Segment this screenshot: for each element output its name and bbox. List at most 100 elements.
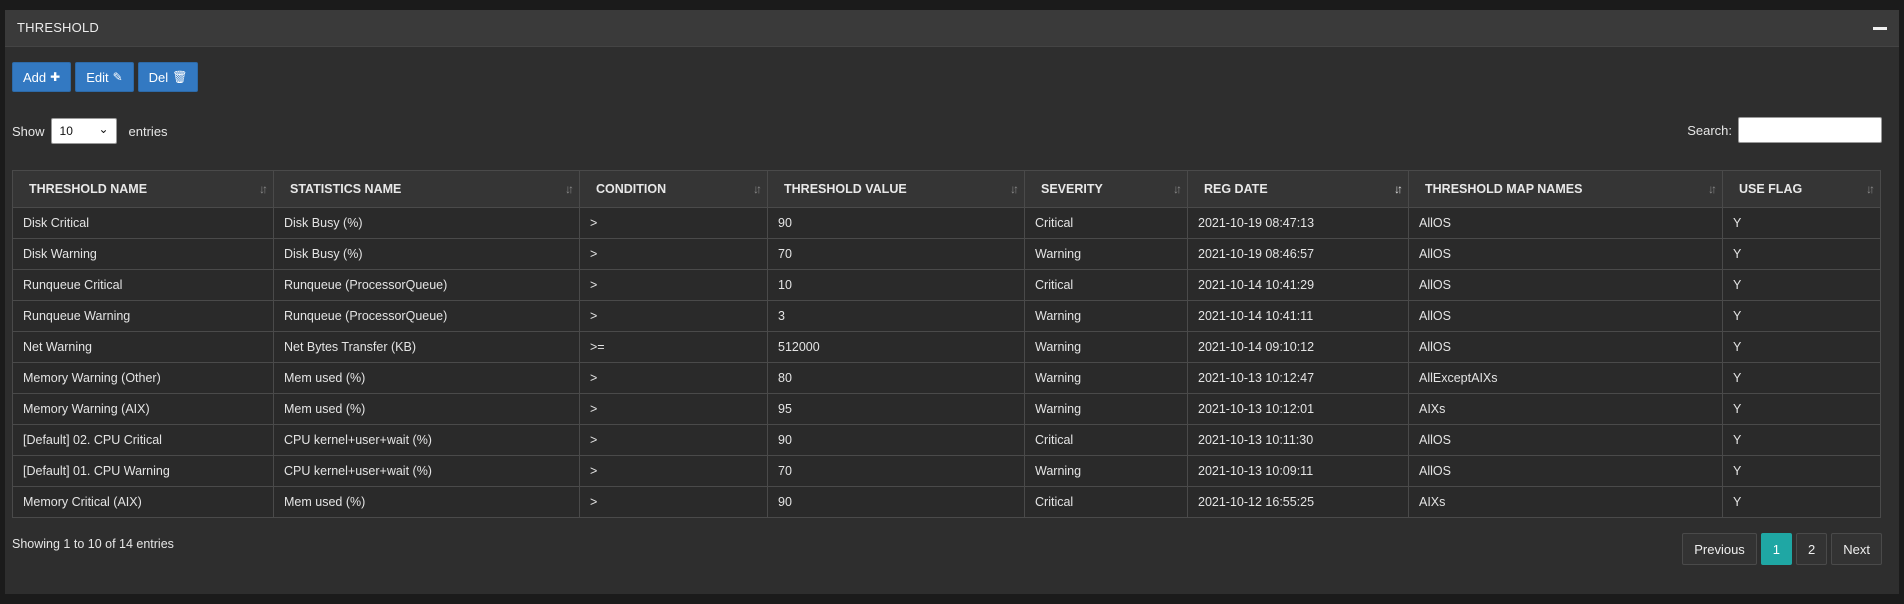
table-cell: Warning <box>1024 393 1188 425</box>
table-cell: AIXs <box>1408 486 1723 518</box>
table-cell: > <box>579 424 768 456</box>
table-row[interactable]: Disk Critical Disk Busy (%) >90 Critical 202… <box>12 207 1881 239</box>
column-header-label: USE FLAG <box>1739 182 1803 196</box>
chevron-down-icon: ⌄ <box>98 122 109 136</box>
table-cell: [Default] 02. CPU Critical <box>12 424 274 456</box>
table-cell: 90 <box>767 424 1025 456</box>
table-cell: AllOS <box>1408 424 1723 456</box>
edit-button[interactable]: Edit ✎ <box>75 62 134 92</box>
table-cell: Y <box>1722 300 1881 332</box>
sort-icon: ↓↑ <box>1866 182 1875 196</box>
column-header[interactable]: THRESHOLD NAME ↓↑ <box>12 170 274 208</box>
page-1-button[interactable]: 1 <box>1760 533 1793 565</box>
table-cell: [Default] 01. CPU Warning <box>12 455 274 487</box>
column-header-label: CONDITION <box>596 182 667 196</box>
table-row[interactable]: Disk Warning Disk Busy (%) >70 Warning 2021-… <box>12 238 1881 270</box>
search-input[interactable] <box>1738 117 1882 143</box>
next-button[interactable]: Next <box>1831 533 1882 565</box>
column-header[interactable]: STATISTICS NAME ↓↑ <box>273 170 580 208</box>
table-cell: Y <box>1722 486 1881 518</box>
table-cell: Critical <box>1024 486 1188 518</box>
table-cell: Y <box>1722 238 1881 270</box>
table-cell: Warning <box>1024 455 1188 487</box>
previous-button[interactable]: Previous <box>1682 533 1757 565</box>
table-cell: > <box>579 207 768 239</box>
table-cell: Mem used (%) <box>273 362 580 394</box>
column-header[interactable]: CONDITION ↓↑ <box>579 170 768 208</box>
table-cell: 2021-10-13 10:11:30 <box>1187 424 1409 456</box>
table-cell: CPU kernel+user+wait (%) <box>273 424 580 456</box>
table-cell: Warning <box>1024 238 1188 270</box>
sort-icon: ↓↑ <box>1708 182 1717 196</box>
column-header-label: STATISTICS NAME <box>290 182 402 196</box>
table-row[interactable]: Runqueue Warning Runqueue (ProcessorQueue… <box>12 300 1881 332</box>
add-label: Add <box>23 69 47 85</box>
column-header[interactable]: THRESHOLD MAP NAMES ↓↑ <box>1408 170 1723 208</box>
table-cell: Disk Busy (%) <box>273 238 580 270</box>
column-header-label: THRESHOLD MAP NAMES <box>1425 182 1583 196</box>
table-cell: Y <box>1722 207 1881 239</box>
sort-icon: ↓↑ <box>1173 182 1182 196</box>
length-select[interactable]: 10 ⌄ <box>50 118 117 144</box>
column-header[interactable]: USE FLAG ↓↑ <box>1722 170 1881 208</box>
table-cell: Y <box>1722 393 1881 425</box>
sort-icon: ↓↑ <box>1010 182 1019 196</box>
table-cell: Y <box>1722 424 1881 456</box>
column-header-label: REG DATE <box>1204 182 1268 196</box>
sort-icon: ↓↑ <box>1394 182 1403 196</box>
table-cell: > <box>579 238 768 270</box>
panel-title: THRESHOLD <box>17 20 99 35</box>
column-header-label: SEVERITY <box>1041 182 1103 196</box>
table-row[interactable]: [Default] 02. CPU Critical CPU kernel+use… <box>12 424 1881 456</box>
table-cell: Critical <box>1024 207 1188 239</box>
entries-label: entries <box>128 123 168 139</box>
add-button[interactable]: Add ✚ <box>12 62 72 92</box>
table-row[interactable]: Net Warning Net Bytes Transfer (KB) >= 5120… <box>12 331 1881 363</box>
table-cell: 80 <box>767 362 1025 394</box>
table-cell: AllExceptAIXs <box>1408 362 1723 394</box>
table-row[interactable]: [Default] 01. CPU Warning CPU kernel+user… <box>12 455 1881 487</box>
table-cell: Warning <box>1024 300 1188 332</box>
table-cell: > <box>579 455 768 487</box>
minus-icon[interactable] <box>1873 21 1887 35</box>
table-cell: Disk Warning <box>12 238 274 270</box>
threshold-table: THRESHOLD NAME ↓↑ STATISTICS NAME ↓↑ CONDITI… <box>12 170 1881 518</box>
table-cell: > <box>579 393 768 425</box>
table-cell: 2021-10-19 08:47:13 <box>1187 207 1409 239</box>
edit-icon: ✎ <box>112 70 123 84</box>
table-cell: Memory Critical (AIX) <box>12 486 274 518</box>
table-cell: Net Bytes Transfer (KB) <box>273 331 580 363</box>
column-header[interactable]: REG DATE ↓↑ <box>1187 170 1409 208</box>
table-cell: Runqueue Warning <box>12 300 274 332</box>
table-row[interactable]: Memory Warning (AIX) Mem used (%) >95 Warni… <box>12 393 1881 425</box>
show-label: Show <box>12 123 45 139</box>
column-header[interactable]: SEVERITY ↓↑ <box>1024 170 1188 208</box>
table-cell: 90 <box>767 207 1025 239</box>
table-row[interactable]: Runqueue Critical Runqueue (ProcessorQueu… <box>12 269 1881 301</box>
del-button[interactable]: Del 🗑 <box>137 62 199 92</box>
table-cell: 2021-10-19 08:46:57 <box>1187 238 1409 270</box>
table-cell: Critical <box>1024 424 1188 456</box>
column-header[interactable]: THRESHOLD VALUE ↓↑ <box>767 170 1025 208</box>
table-cell: AllOS <box>1408 238 1723 270</box>
table-cell: 2021-10-14 10:41:11 <box>1187 300 1409 332</box>
table-cell: Y <box>1722 269 1881 301</box>
table-cell: Mem used (%) <box>273 393 580 425</box>
table-cell: Runqueue (ProcessorQueue) <box>273 269 580 301</box>
search: Search: <box>1687 117 1882 143</box>
table-cell: 90 <box>767 486 1025 518</box>
table-cell: >= <box>579 331 768 363</box>
table-cell: 2021-10-13 10:09:11 <box>1187 455 1409 487</box>
table-cell: Memory Warning (AIX) <box>12 393 274 425</box>
table-cell: AllOS <box>1408 207 1723 239</box>
table-cell: Warning <box>1024 331 1188 363</box>
length-control: Show 10 ⌄ entries <box>12 118 168 144</box>
table-row[interactable]: Memory Warning (Other) Mem used (%) >80 War… <box>12 362 1881 394</box>
table-cell: > <box>579 300 768 332</box>
page-2-button[interactable]: 2 <box>1796 533 1828 565</box>
table-cell: 3 <box>767 300 1025 332</box>
toolbar: Add ✚ Edit ✎ Del 🗑 <box>12 62 199 92</box>
table-cell: 2021-10-13 10:12:01 <box>1187 393 1409 425</box>
table-row[interactable]: Memory Critical (AIX) Mem used (%) >90 Crit… <box>12 486 1881 518</box>
del-label: Del <box>148 69 169 85</box>
